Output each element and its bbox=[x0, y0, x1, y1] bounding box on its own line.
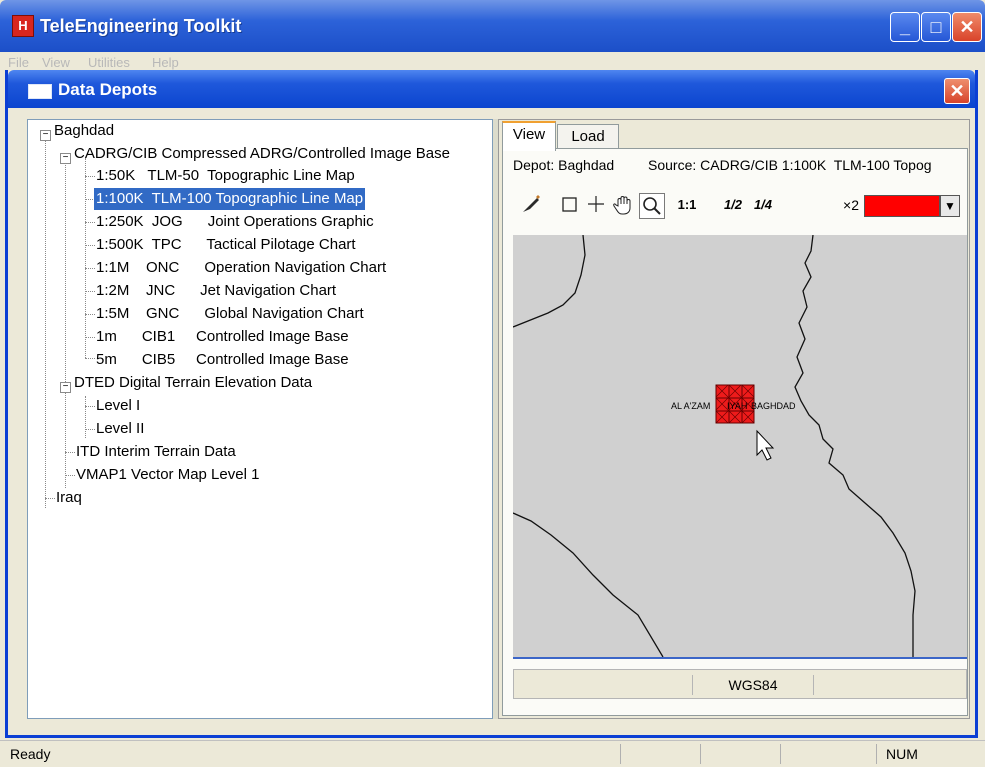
tree-line bbox=[85, 429, 95, 430]
tree-line bbox=[85, 222, 95, 223]
close-app-button[interactable]: ✕ bbox=[952, 12, 982, 42]
tree-node-cadrg[interactable]: CADRG/CIB Compressed ADRG/Controlled Ima… bbox=[74, 143, 450, 165]
tree-line bbox=[65, 475, 75, 476]
window-icon bbox=[28, 84, 52, 99]
menubar: File View Utilities Help bbox=[0, 52, 985, 72]
castle-logo-icon: H bbox=[12, 15, 34, 37]
app-titlebar: H TeleEngineering Toolkit _ □ ✕ bbox=[0, 0, 985, 52]
source-label: Source: CADRG/CIB 1:100K TLM-100 Topog bbox=[648, 157, 932, 173]
map-label-iyah: IYAH bbox=[727, 401, 747, 411]
tab-view[interactable]: View bbox=[502, 121, 556, 151]
collapse-toggle-icon[interactable]: − bbox=[60, 153, 71, 164]
pencil-icon[interactable] bbox=[519, 193, 543, 217]
tree-line bbox=[85, 158, 86, 358]
view-panel: View Load Depot: Baghdad Source: CADRG/C… bbox=[498, 119, 970, 719]
minimize-button[interactable]: _ bbox=[890, 12, 920, 42]
chevron-down-icon[interactable]: ▼ bbox=[940, 195, 960, 217]
map-label-alazam: AL A'ZAM bbox=[671, 401, 710, 411]
map-border-line bbox=[513, 235, 586, 328]
dialog-titlebar: Data Depots ✕ bbox=[8, 70, 975, 108]
scale-1-2-button[interactable]: 1/2 bbox=[719, 193, 747, 217]
depot-label: Depot: Baghdad bbox=[513, 157, 615, 173]
tree-line bbox=[85, 245, 95, 246]
num-lock-indicator: NUM bbox=[886, 746, 918, 762]
tree-node-baghdad[interactable]: Baghdad bbox=[54, 120, 114, 142]
tree-line bbox=[85, 314, 95, 315]
dialog-title: Data Depots bbox=[58, 80, 158, 99]
map-toolbar: 1:1 1/2 1/4 ×2 ▼ bbox=[513, 191, 965, 221]
map-border-line bbox=[513, 512, 664, 657]
tree-line bbox=[85, 291, 95, 292]
tree-line bbox=[85, 268, 95, 269]
projection-label: WGS84 bbox=[692, 675, 814, 695]
tree-item-level2[interactable]: Level II bbox=[96, 418, 144, 440]
tab-load[interactable]: Load bbox=[557, 124, 619, 151]
collapse-toggle-icon[interactable]: − bbox=[60, 382, 71, 393]
mouse-cursor-icon bbox=[756, 429, 775, 461]
crosshair-icon[interactable] bbox=[585, 193, 607, 217]
tree-line bbox=[85, 406, 95, 407]
scale-1-4-button[interactable]: 1/4 bbox=[749, 193, 777, 217]
depot-tree[interactable]: − Baghdad − CADRG/CIB Compressed ADRG/Co… bbox=[27, 119, 493, 719]
tree-line bbox=[85, 176, 95, 177]
tree-item-cib1[interactable]: 1m CIB1 Controlled Image Base bbox=[96, 326, 349, 348]
status-bar: Ready NUM bbox=[0, 740, 985, 767]
map-status-box: WGS84 bbox=[513, 669, 967, 699]
zoom-magnifier-icon[interactable] bbox=[639, 193, 665, 219]
status-separator bbox=[620, 744, 621, 764]
menu-file[interactable]: File bbox=[8, 55, 29, 70]
tree-item-level1[interactable]: Level I bbox=[96, 395, 140, 417]
pan-hand-icon[interactable] bbox=[611, 193, 637, 217]
tree-node-iraq[interactable]: Iraq bbox=[56, 487, 82, 509]
color-swatch[interactable] bbox=[864, 195, 940, 217]
tree-line bbox=[45, 136, 46, 508]
menu-view[interactable]: View bbox=[42, 55, 70, 70]
zoom-x2-button[interactable]: ×2 bbox=[839, 193, 863, 217]
tree-line bbox=[85, 337, 95, 338]
tree-line bbox=[85, 396, 86, 438]
view-tab-body: Depot: Baghdad Source: CADRG/CIB 1:100K … bbox=[502, 148, 968, 716]
menu-utilities[interactable]: Utilities bbox=[88, 55, 130, 70]
data-depots-dialog: Data Depots ✕ − Baghdad − CADRG/CIB Comp… bbox=[5, 70, 978, 738]
maximize-button[interactable]: □ bbox=[921, 12, 951, 42]
tree-item-jnc[interactable]: 1:2M JNC Jet Navigation Chart bbox=[96, 280, 336, 302]
tree-item-tpc[interactable]: 1:500K TPC Tactical Pilotage Chart bbox=[96, 234, 356, 256]
map-view[interactable]: AL A'ZAM IYAH BAGHDAD bbox=[513, 235, 967, 657]
tree-item-tlm50[interactable]: 1:50K TLM-50 Topographic Line Map bbox=[96, 165, 355, 187]
map-bottom-border bbox=[513, 657, 967, 659]
status-separator bbox=[876, 744, 877, 764]
map-river-line bbox=[794, 235, 916, 657]
status-separator bbox=[700, 744, 701, 764]
rectangle-select-icon[interactable] bbox=[559, 193, 581, 217]
tree-item-gnc[interactable]: 1:5M GNC Global Navigation Chart bbox=[96, 303, 364, 325]
menu-help[interactable]: Help bbox=[152, 55, 179, 70]
tree-item-onc[interactable]: 1:1M ONC Operation Navigation Chart bbox=[96, 257, 386, 279]
tree-line bbox=[65, 452, 75, 453]
collapse-toggle-icon[interactable]: − bbox=[40, 130, 51, 141]
dialog-close-button[interactable]: ✕ bbox=[944, 78, 970, 104]
tree-node-itd[interactable]: ITD Interim Terrain Data bbox=[76, 441, 236, 463]
map-label-baghdad: BAGHDAD bbox=[751, 401, 796, 411]
tree-item-cib5[interactable]: 5m CIB5 Controlled Image Base bbox=[96, 349, 349, 371]
tree-node-dted[interactable]: DTED Digital Terrain Elevation Data bbox=[74, 372, 312, 394]
scale-1-1-button[interactable]: 1:1 bbox=[673, 193, 701, 217]
status-separator bbox=[780, 744, 781, 764]
tree-node-vmap[interactable]: VMAP1 Vector Map Level 1 bbox=[76, 464, 259, 486]
tree-line bbox=[65, 158, 66, 488]
tree-line bbox=[45, 498, 55, 499]
tree-item-tlm100[interactable]: 1:100K TLM-100 Topographic Line Map bbox=[94, 188, 366, 210]
app-title: TeleEngineering Toolkit bbox=[40, 16, 242, 36]
tree-line bbox=[85, 358, 95, 359]
status-text: Ready bbox=[10, 746, 51, 762]
tree-item-jog[interactable]: 1:250K JOG Joint Operations Graphic bbox=[96, 211, 374, 233]
